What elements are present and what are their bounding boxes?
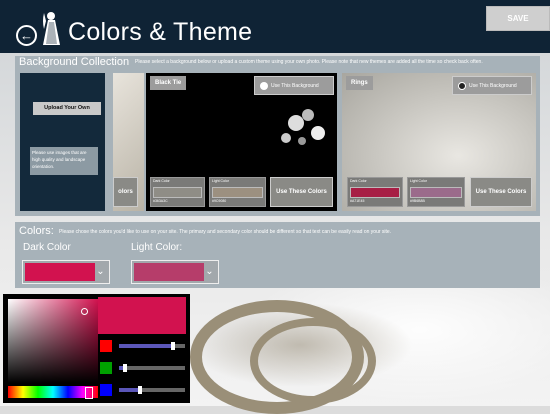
green-channel-slider[interactable]: [119, 364, 185, 372]
dark-color-box: Dark Color #A71E45: [347, 177, 403, 207]
green-channel-swatch: [100, 362, 112, 374]
hue-slider-handle[interactable]: [85, 387, 93, 399]
colors-panel: Colors: Please chose the colors you'd li…: [15, 222, 540, 288]
background-collection-panel: Background Collection Please select a ba…: [15, 56, 540, 216]
theme-card-rings[interactable]: Rings Use This Background Dark Color #A7…: [342, 73, 536, 211]
theme-card-partial[interactable]: olors: [113, 73, 144, 211]
theme-card-black-tie[interactable]: Black Tie Use This Background Dark Color…: [146, 73, 337, 211]
chevron-down-icon[interactable]: ⌄: [92, 261, 109, 283]
dark-color-swatch: [25, 263, 95, 281]
color-picker: [3, 294, 190, 403]
card-name: Black Tie: [150, 76, 187, 90]
back-arrow-icon[interactable]: ←: [16, 25, 37, 46]
light-color-swatch: [134, 263, 204, 281]
page-title: Colors & Theme: [68, 18, 253, 46]
radio-unselected-icon: [458, 82, 466, 90]
flowers-decoration: [281, 109, 325, 145]
light-color-dropdown[interactable]: ⌄: [131, 260, 219, 284]
light-color-box: Light Color #9B6B8B: [407, 177, 465, 207]
use-these-colors-button[interactable]: Use These Colors: [470, 177, 532, 207]
dark-color-swatch: [350, 187, 400, 198]
colors-title: Colors:: [19, 225, 54, 237]
red-channel-handle[interactable]: [171, 342, 175, 350]
dark-color-dropdown[interactable]: ⌄: [22, 260, 110, 284]
dark-color-box: Dark Color #363A3C: [150, 177, 205, 207]
color-preview: [98, 297, 186, 334]
use-these-colors-button[interactable]: Use These Colors: [270, 177, 333, 207]
green-channel-handle[interactable]: [123, 364, 127, 372]
app-header: ← Colors & Theme SAVE: [0, 0, 550, 53]
ring-image: [250, 318, 376, 404]
blue-channel-slider[interactable]: [119, 386, 185, 394]
chevron-down-icon[interactable]: ⌄: [201, 261, 218, 283]
dark-color-label: Dark Color: [23, 242, 71, 253]
light-color-label: Light Color:: [131, 242, 183, 253]
dark-color-swatch: [153, 187, 202, 198]
red-channel-slider[interactable]: [119, 342, 185, 350]
radio-selected-icon: [260, 82, 268, 90]
upload-note: Please use images that are high quality …: [30, 147, 98, 175]
light-color-swatch: [212, 187, 263, 198]
background-collection-description: Please select a background below or uplo…: [135, 59, 483, 65]
use-these-colors-button[interactable]: olors: [113, 177, 138, 207]
red-channel-swatch: [100, 340, 112, 352]
light-color-swatch: [410, 187, 462, 198]
saturation-cursor[interactable]: [81, 308, 88, 315]
use-this-background-button[interactable]: Use This Background: [254, 76, 334, 95]
background-collection-title: Background Collection: [19, 56, 130, 68]
blue-channel-swatch: [100, 384, 112, 396]
save-button[interactable]: SAVE: [486, 6, 550, 31]
light-color-box: Light Color #9C9080: [209, 177, 266, 207]
colors-description: Please chose the colors you'd like to us…: [59, 229, 392, 235]
card-name: Rings: [346, 76, 373, 90]
blue-channel-handle[interactable]: [138, 386, 142, 394]
bride-logo-icon: [43, 12, 60, 45]
upload-card: Upload Your Own Please use images that a…: [20, 73, 105, 211]
upload-your-own-button[interactable]: Upload Your Own: [33, 102, 101, 115]
use-this-background-button[interactable]: Use This Background: [452, 76, 532, 95]
